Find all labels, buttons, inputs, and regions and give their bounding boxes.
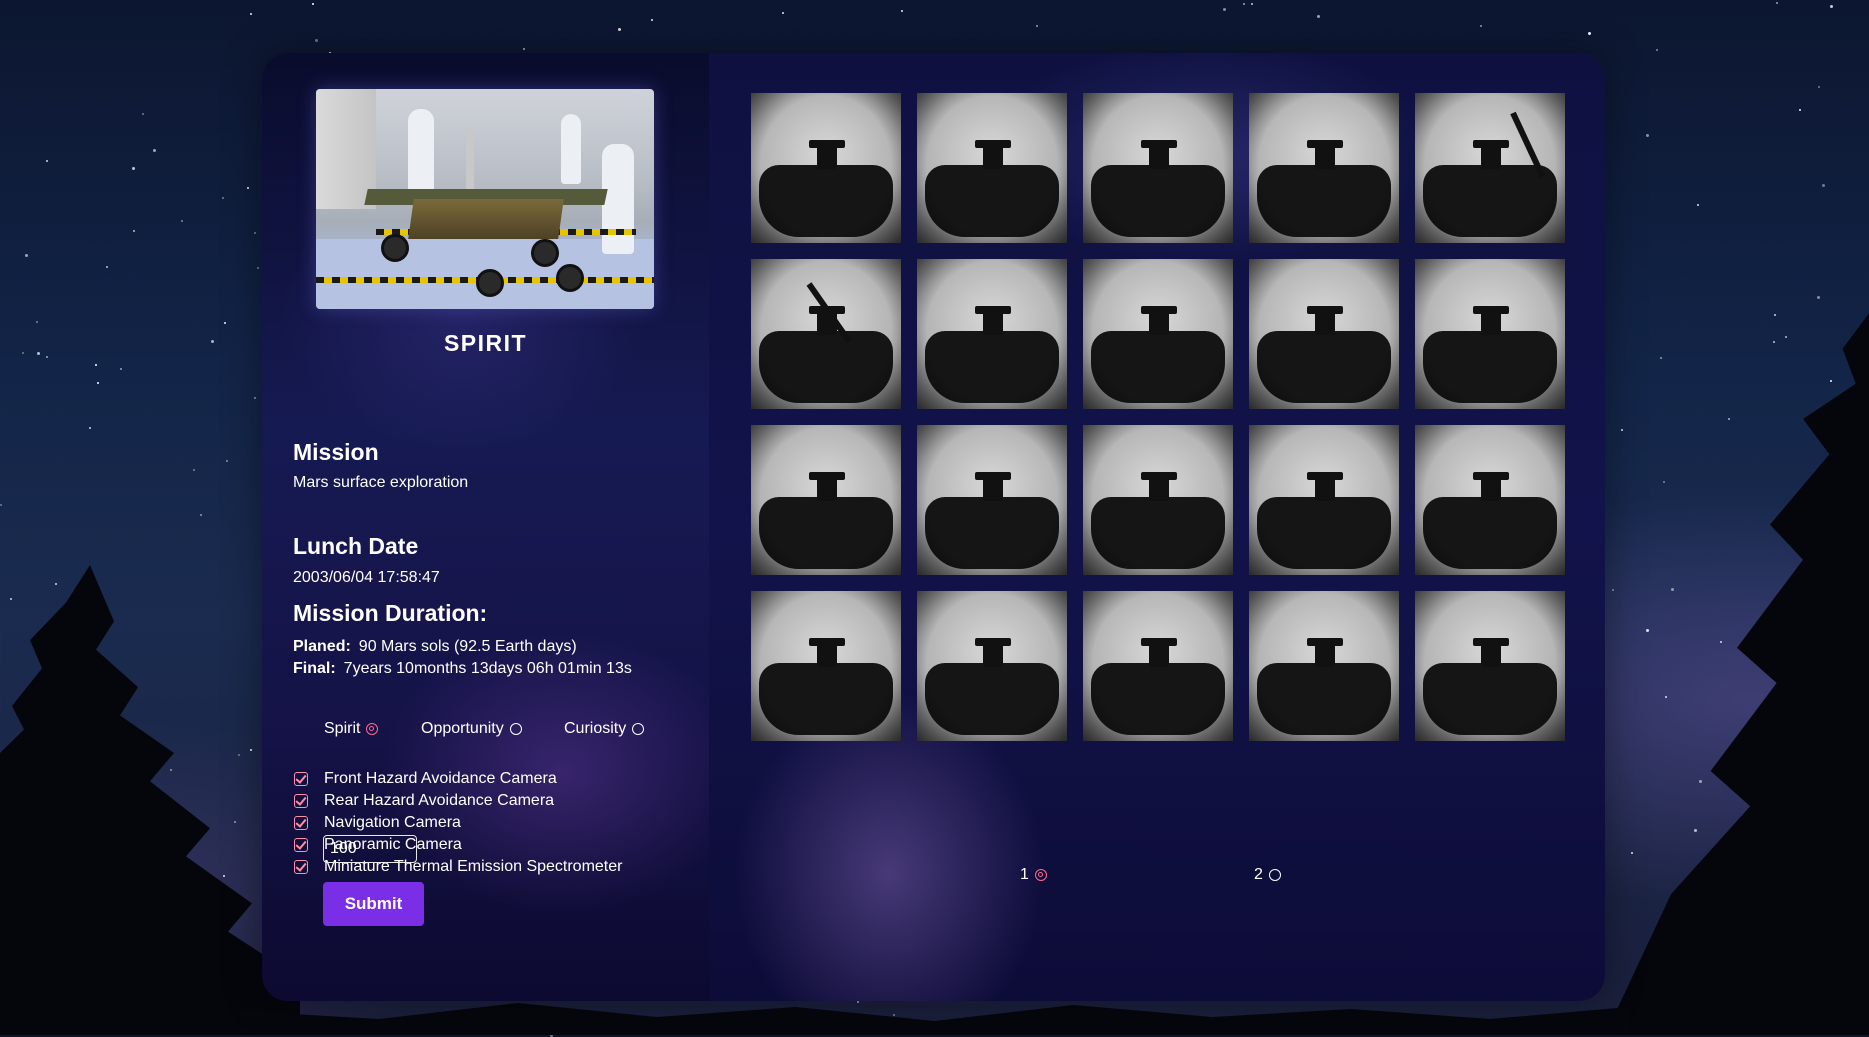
tree-silhouette-bottom — [240, 1003, 1629, 1035]
rover-photo-thumbnail[interactable] — [1083, 259, 1233, 409]
checkbox-checked-icon[interactable] — [294, 794, 308, 808]
sol-input[interactable] — [323, 835, 417, 863]
rover-photo-thumbnail[interactable] — [1415, 425, 1565, 575]
app-card: SPIRIT Mission Mars surface exploration … — [262, 53, 1605, 1001]
rover-photo-thumbnail[interactable] — [917, 93, 1067, 243]
radio-selected-icon[interactable] — [1034, 869, 1047, 881]
radio-selected-icon[interactable] — [366, 723, 379, 735]
page-label: 2 — [1254, 866, 1263, 883]
rover-photo-thumbnail[interactable] — [1249, 425, 1399, 575]
checkbox-checked-icon[interactable] — [294, 860, 308, 874]
mission-duration-heading: Mission Duration: — [293, 600, 488, 626]
mission-heading: Mission — [293, 439, 379, 465]
rover-photo-thumbnail[interactable] — [751, 93, 901, 243]
rover-photo-thumbnail[interactable] — [917, 259, 1067, 409]
camera-option-rhaz[interactable]: Rear Hazard Avoidance Camera — [294, 790, 622, 812]
planned-duration: Planed: 90 Mars sols (92.5 Earth days) — [293, 638, 577, 656]
tree-silhouette-left — [0, 565, 300, 1035]
rover-photo-thumbnail[interactable] — [1415, 591, 1565, 741]
rover-option-spirit[interactable]: Spirit — [324, 720, 379, 738]
checkbox-checked-icon[interactable] — [294, 816, 308, 830]
mission-text: Mars surface exploration — [293, 474, 469, 491]
final-value: 7years 10months 13days 06h 01min 13s — [343, 660, 632, 677]
rover-option-label: Opportunity — [421, 720, 504, 737]
rover-photo-thumbnail[interactable] — [1249, 591, 1399, 741]
checkbox-checked-icon[interactable] — [294, 772, 308, 786]
launch-date-value: 2003/06/04 17:58:47 — [293, 569, 440, 586]
rover-photo-thumbnail[interactable] — [1249, 93, 1399, 243]
rover-photo-thumbnail[interactable] — [917, 425, 1067, 575]
camera-option-navcam[interactable]: Navigation Camera — [294, 812, 622, 834]
rover-info-sidebar: SPIRIT Mission Mars surface exploration … — [262, 53, 709, 1001]
camera-label: Rear Hazard Avoidance Camera — [324, 792, 555, 809]
radio-icon[interactable] — [1268, 869, 1281, 881]
final-label: Final: — [293, 660, 336, 677]
camera-label: Front Hazard Avoidance Camera — [324, 770, 557, 787]
rover-option-label: Curiosity — [564, 720, 627, 737]
rover-photo-thumbnail[interactable] — [1083, 425, 1233, 575]
rover-photo-thumbnail[interactable] — [917, 591, 1067, 741]
page-option-1[interactable]: 1 — [1020, 866, 1047, 884]
planned-value: 90 Mars sols (92.5 Earth days) — [358, 638, 577, 655]
page-label: 1 — [1020, 866, 1029, 883]
page-option-2[interactable]: 2 — [1254, 866, 1281, 884]
checkbox-checked-icon[interactable] — [294, 838, 308, 852]
rover-name: SPIRIT — [443, 330, 528, 356]
photo-gallery-panel: 1 2 — [709, 53, 1605, 1001]
rover-photo — [316, 89, 654, 309]
rover-photo-thumbnail[interactable] — [1083, 93, 1233, 243]
rover-photo-thumbnail[interactable] — [1415, 93, 1565, 243]
rover-photo-thumbnail[interactable] — [751, 425, 901, 575]
rover-option-opportunity[interactable]: Opportunity — [421, 720, 522, 738]
rover-option-curiosity[interactable]: Curiosity — [564, 720, 645, 738]
rover-photo-thumbnail[interactable] — [1083, 591, 1233, 741]
rover-photo-thumbnail[interactable] — [1249, 259, 1399, 409]
camera-label: Navigation Camera — [324, 814, 461, 831]
submit-button[interactable]: Submit — [323, 882, 424, 926]
camera-option-fhaz[interactable]: Front Hazard Avoidance Camera — [294, 768, 622, 790]
final-duration: Final: 7years 10months 13days 06h 01min 1… — [293, 660, 632, 678]
launch-date-heading: Lunch Date — [293, 533, 419, 559]
planned-label: Planed: — [293, 638, 351, 655]
rover-photo-thumbnail[interactable] — [1415, 259, 1565, 409]
rover-photo-thumbnail[interactable] — [751, 259, 901, 409]
radio-icon[interactable] — [632, 723, 645, 735]
rover-option-label: Spirit — [324, 720, 361, 737]
radio-icon[interactable] — [509, 723, 522, 735]
rover-photo-thumbnail[interactable] — [751, 591, 901, 741]
